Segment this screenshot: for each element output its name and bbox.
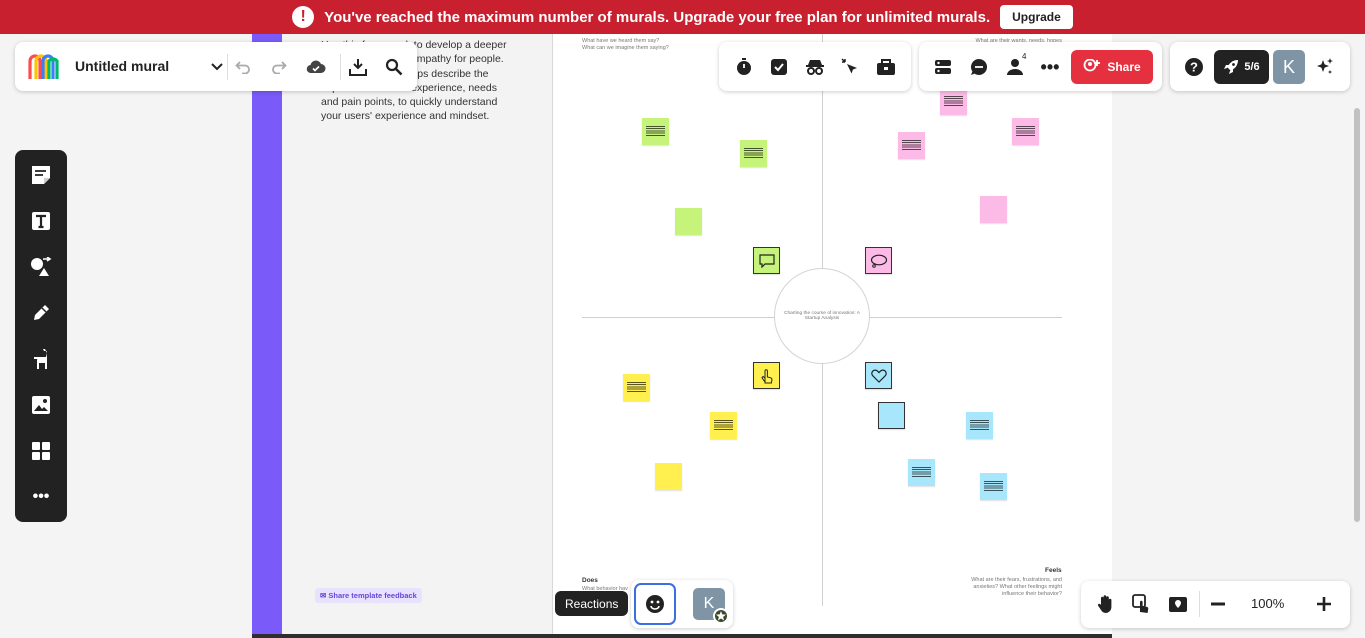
reactions-label: Reactions (565, 596, 619, 611)
sticky-note[interactable] (980, 196, 1007, 223)
alert-icon: ! (292, 6, 315, 28)
hand-pan-icon[interactable] (1095, 593, 1117, 615)
toolbar-divider (227, 54, 228, 80)
user-avatar[interactable]: K (1273, 50, 1305, 84)
mural-title[interactable]: Untitled mural (75, 58, 169, 74)
sticky-note[interactable] (878, 402, 905, 429)
upgrade-button[interactable]: Upgrade (1000, 5, 1073, 29)
map-view-icon[interactable] (1167, 593, 1189, 615)
feedback-label: Share template feedback (328, 591, 417, 600)
sticky-note[interactable] (753, 362, 780, 389)
ai-sparkle-icon[interactable] (1314, 56, 1336, 78)
emoji-reaction-button[interactable] (634, 583, 676, 625)
touch-gesture-icon[interactable] (1131, 593, 1153, 615)
sticky-note[interactable] (740, 140, 767, 167)
sticky-note[interactable] (642, 118, 669, 145)
summon-cursor-icon[interactable] (839, 56, 861, 78)
toolbar-divider (340, 54, 341, 80)
sticky-note[interactable] (710, 412, 737, 439)
facilitator-star-icon (713, 608, 729, 624)
redo-icon[interactable] (269, 57, 289, 77)
says-hint: What have we heard them say? What can we… (582, 38, 669, 51)
voting-checkbox-icon[interactable] (768, 56, 790, 78)
template-accent-bar (252, 34, 282, 638)
reactions-bar: K (631, 580, 733, 628)
cloud-saved-icon[interactable] (305, 57, 327, 77)
sticky-note[interactable] (1012, 118, 1039, 145)
launchpad-button[interactable]: 5/6 (1214, 50, 1269, 84)
tools-sidebar: ••• (15, 150, 67, 522)
sticky-note[interactable] (940, 88, 967, 115)
pointing-hand-icon (760, 368, 772, 383)
upgrade-banner: ! You've reached the maximum number of m… (0, 0, 1365, 34)
sticky-note[interactable] (623, 374, 650, 401)
share-button[interactable]: Share (1071, 50, 1153, 84)
does-label: Does (582, 577, 598, 584)
comment-icon[interactable] (968, 56, 990, 78)
launch-count: 5/6 (1244, 61, 1260, 73)
private-mode-icon[interactable] (804, 56, 826, 78)
mural-logo-icon[interactable] (27, 52, 59, 82)
add-person-icon (1083, 59, 1101, 72)
sticky-note[interactable] (966, 412, 993, 439)
download-icon[interactable] (347, 56, 369, 78)
zoom-out-icon[interactable] (1207, 593, 1229, 615)
feels-label: Feels (1045, 567, 1062, 574)
sticky-note[interactable] (865, 247, 892, 274)
banner-message: You've reached the maximum number of mur… (324, 8, 991, 26)
speech-bubble-icon (758, 253, 775, 268)
more-options-icon[interactable]: ••• (1039, 56, 1061, 78)
share-label: Share (1107, 60, 1141, 74)
feels-hint: What are their fears, frustrations, and … (971, 577, 1062, 597)
smiley-icon (646, 595, 664, 613)
shapes-connectors-icon[interactable] (30, 256, 52, 278)
sticky-note-tool-icon[interactable] (30, 164, 52, 186)
text-tool-icon[interactable] (30, 210, 52, 232)
zoom-divider (1199, 591, 1200, 617)
image-upload-icon[interactable] (30, 394, 52, 416)
template-info-panel: Use this framework to develop a deeper u… (282, 34, 553, 638)
reactions-button[interactable]: Reactions (555, 591, 629, 616)
zoom-level[interactable]: 100% (1251, 596, 1284, 611)
timer-icon[interactable] (733, 56, 755, 78)
sticky-note[interactable] (753, 247, 780, 274)
navigation-controls: 100% (1081, 581, 1350, 628)
outline-icon[interactable] (932, 56, 954, 78)
llama-icon[interactable] (30, 348, 52, 370)
undo-icon[interactable] (233, 57, 253, 77)
toolbox-icon[interactable] (875, 56, 897, 78)
zoom-in-icon[interactable] (1313, 593, 1335, 615)
rocket-icon (1224, 60, 1239, 74)
sticky-note[interactable] (898, 132, 925, 159)
more-tools-icon[interactable]: ••• (30, 486, 52, 508)
sticky-note[interactable] (980, 473, 1007, 500)
sticky-note[interactable] (655, 463, 682, 490)
sticky-note[interactable] (908, 459, 935, 486)
thought-bubble-icon (870, 254, 887, 268)
facilitation-toolbar (719, 42, 911, 91)
help-icon[interactable]: ? (1183, 56, 1205, 78)
sticky-note[interactable] (865, 362, 892, 389)
center-topic-label: Charting the course of innovation: A Sta… (784, 311, 860, 321)
chevron-down-icon[interactable] (208, 58, 226, 76)
participants-count: 4 (1022, 52, 1027, 61)
sticky-note[interactable] (675, 208, 702, 235)
share-template-feedback-button[interactable]: ✉ Share template feedback (315, 588, 422, 603)
templates-icon[interactable] (30, 440, 52, 462)
heart-icon (870, 369, 887, 383)
svg-text:?: ? (1190, 60, 1198, 75)
vertical-scrollbar[interactable] (1354, 108, 1360, 522)
center-topic-circle[interactable]: Charting the course of innovation: A Sta… (774, 268, 870, 364)
canvas-bottom-border (252, 634, 1112, 638)
search-icon[interactable] (383, 56, 405, 78)
mural-title-toolbar: Untitled mural (15, 42, 417, 91)
pen-tool-icon[interactable] (30, 302, 52, 324)
